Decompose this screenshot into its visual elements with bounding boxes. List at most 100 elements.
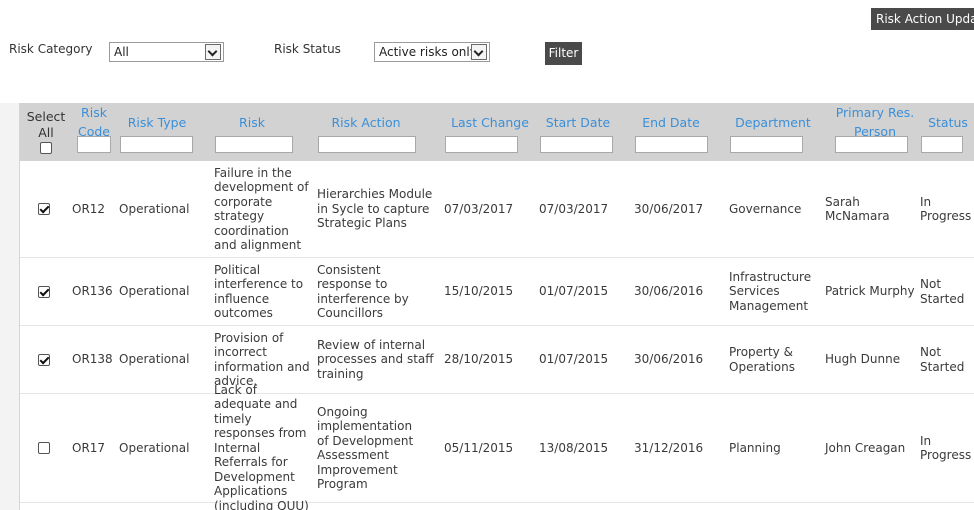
- type-text: Operational: [119, 201, 190, 216]
- row-select-cell: [38, 258, 52, 325]
- col-status-label[interactable]: Status: [918, 113, 974, 132]
- action-text: Ongoing implementation of Development As…: [317, 404, 414, 492]
- risk-text: Provision of incorrect information and a…: [214, 330, 310, 389]
- col-risk-type[interactable]: Risk Type: [117, 103, 197, 161]
- last-change-filter-input[interactable]: [445, 136, 518, 153]
- person-text: John Creagan: [825, 440, 906, 455]
- action-cell: Consistent response to interference by C…: [317, 258, 435, 325]
- risk-text: Lack of adequate and timely responses fr…: [214, 382, 309, 510]
- select-all-header: Select All: [20, 103, 72, 161]
- department-text: Property & Operations: [729, 345, 795, 374]
- end-cell: 30/06/2016: [634, 326, 724, 393]
- type-cell: Operational: [119, 394, 209, 502]
- col-risk-code[interactable]: Risk Code: [73, 103, 115, 161]
- col-risk-label[interactable]: Risk: [212, 113, 292, 132]
- code-text: OR12: [72, 201, 106, 216]
- action-cell: Hierarchies Module in Sycle to capture S…: [317, 161, 437, 257]
- risk-type-filter-input[interactable]: [120, 136, 193, 153]
- col-risk-action[interactable]: Risk Action: [316, 103, 416, 161]
- start-cell: 01/07/2015: [539, 326, 629, 393]
- col-department[interactable]: Department: [728, 103, 818, 161]
- risk-status-label: Risk Status: [274, 42, 341, 56]
- action-text: Hierarchies Module in Sycle to capture S…: [317, 187, 433, 231]
- action-text: Review of internal processes and staff t…: [317, 337, 434, 381]
- col-risk-type-label[interactable]: Risk Type: [117, 113, 197, 132]
- department-cell: Governance: [729, 161, 817, 257]
- risk-cell: Failure in the development of corporate …: [214, 161, 310, 257]
- risk-category-label: Risk Category: [9, 42, 93, 56]
- risk-cell: Lack of adequate and timely responses fr…: [214, 383, 310, 510]
- person-text: Sarah McNamara: [825, 194, 890, 224]
- start-cell: 13/08/2015: [539, 394, 629, 502]
- row-checkbox[interactable]: [38, 203, 50, 215]
- col-primary-person[interactable]: Primary Res. Person: [827, 103, 923, 161]
- start-date-filter-input[interactable]: [540, 136, 613, 153]
- end-text: 30/06/2017: [634, 201, 704, 216]
- end-cell: 31/12/2016: [634, 394, 724, 502]
- chevron-down-icon: [205, 44, 221, 60]
- end-date-filter-input[interactable]: [635, 136, 708, 153]
- status-cell: Not Started: [920, 326, 970, 393]
- col-last-change[interactable]: Last Change: [443, 103, 537, 161]
- risk-code-filter-input[interactable]: [77, 136, 111, 153]
- status-filter-input[interactable]: [921, 136, 963, 153]
- last-change-cell: 15/10/2015: [444, 258, 534, 325]
- filter-button[interactable]: Filter: [545, 42, 582, 65]
- col-last-change-label[interactable]: Last Change: [443, 113, 537, 132]
- col-status[interactable]: Status: [918, 103, 974, 161]
- last-change-text: 05/11/2015: [444, 440, 514, 455]
- col-start-date-label[interactable]: Start Date: [538, 113, 618, 132]
- department-text: Governance: [729, 201, 802, 216]
- risk-action-filter-input[interactable]: [318, 136, 416, 153]
- table-row[interactable]: OR136 Operational Political interference…: [20, 258, 974, 326]
- code-text: OR17: [72, 440, 106, 455]
- last-change-cell: 05/11/2015: [444, 394, 534, 502]
- primary-person-filter-input[interactable]: [835, 136, 908, 153]
- department-text: Planning: [729, 440, 781, 455]
- risk-action-update-button[interactable]: Risk Action Update: [871, 8, 974, 30]
- table-row[interactable]: OR12 Operational Failure in the developm…: [20, 161, 974, 258]
- risk-filter-input[interactable]: [215, 136, 293, 153]
- person-cell: Sarah McNamara: [825, 161, 915, 257]
- risk-category-select[interactable]: All: [109, 42, 224, 62]
- last-change-cell: 28/10/2015: [444, 326, 534, 393]
- risk-text: Political interference to influence outc…: [214, 262, 304, 321]
- row-select-cell: [38, 326, 52, 393]
- col-risk[interactable]: Risk: [212, 103, 293, 161]
- code-cell: OR12: [72, 161, 116, 257]
- risk-status-select[interactable]: Active risks only: [374, 42, 490, 62]
- code-cell: OR136: [72, 258, 116, 325]
- type-text: Operational: [119, 440, 190, 455]
- type-text: Operational: [119, 352, 190, 367]
- row-checkbox[interactable]: [38, 442, 50, 454]
- type-text: Operational: [119, 284, 190, 299]
- status-text: Not Started: [920, 345, 965, 374]
- status-cell: In Progress: [920, 394, 971, 502]
- table-row[interactable]: OR138 Operational Provision of incorrect…: [20, 326, 974, 394]
- col-end-date-label[interactable]: End Date: [633, 113, 709, 132]
- table-row[interactable]: OR17 Operational Lack of adequate and ti…: [20, 383, 974, 510]
- row-checkbox[interactable]: [38, 353, 50, 366]
- start-text: 13/08/2015: [539, 440, 609, 455]
- end-text: 30/06/2016: [634, 284, 704, 299]
- select-all-checkbox[interactable]: [40, 142, 52, 154]
- person-cell: Patrick Murphy: [825, 258, 920, 325]
- code-text: OR136: [72, 284, 113, 299]
- col-risk-action-label[interactable]: Risk Action: [316, 113, 416, 132]
- action-text: Consistent response to interference by C…: [317, 262, 409, 321]
- row-checkbox[interactable]: [38, 285, 50, 298]
- select-all-label: Select All: [26, 109, 66, 140]
- row-select-cell: [38, 394, 52, 502]
- col-start-date[interactable]: Start Date: [538, 103, 618, 161]
- type-cell: Operational: [119, 326, 209, 393]
- last-change-text: 28/10/2015: [444, 352, 514, 367]
- risk-category-value: All: [114, 45, 129, 59]
- department-filter-input[interactable]: [730, 136, 803, 153]
- col-end-date[interactable]: End Date: [633, 103, 709, 161]
- department-cell: Property & Operations: [729, 326, 809, 393]
- row-select-cell: [38, 161, 52, 257]
- start-cell: 01/07/2015: [539, 258, 629, 325]
- col-department-label[interactable]: Department: [728, 113, 818, 132]
- left-gutter: [0, 103, 19, 510]
- start-text: 01/07/2015: [539, 352, 609, 367]
